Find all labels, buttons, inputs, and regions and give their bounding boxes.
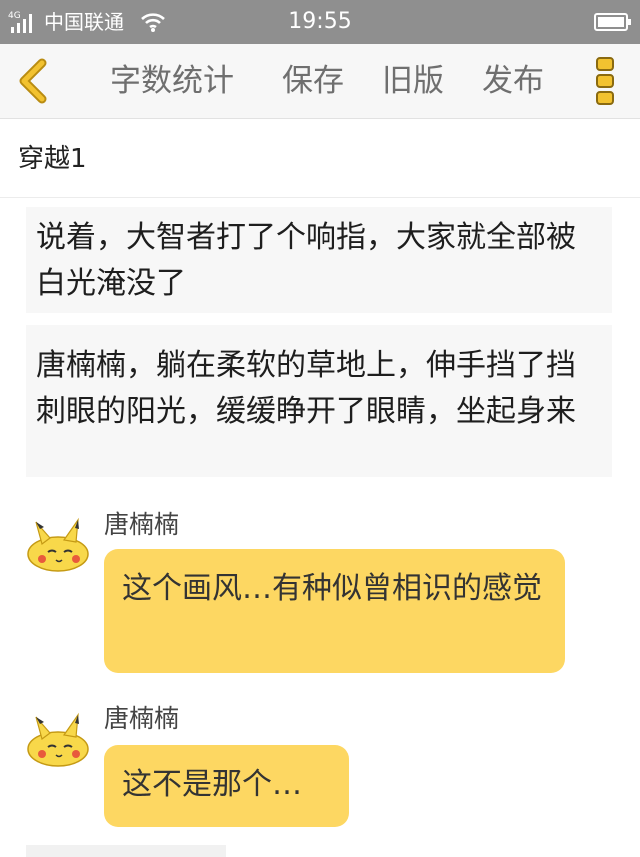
battery-icon	[594, 13, 631, 31]
message-speaker: 唐楠楠	[104, 510, 180, 539]
message-bubble[interactable]: 这不是那个…	[104, 745, 349, 827]
save-button[interactable]: 保存	[282, 61, 344, 101]
next-block-edge	[26, 845, 226, 857]
chevron-left-icon[interactable]	[14, 57, 54, 105]
pikachu-avatar[interactable]	[18, 707, 98, 771]
chapter-title: 穿越1	[18, 144, 87, 174]
clock: 19:55	[288, 9, 352, 34]
narration-block[interactable]: 说着，大智者打了个响指，大家就全部被白光淹没了	[26, 207, 612, 313]
chapter-title-row[interactable]: 穿越1	[0, 119, 640, 198]
publish-button[interactable]: 发布	[482, 61, 544, 101]
word-count-button[interactable]: 字数统计	[110, 61, 234, 101]
pikachu-avatar[interactable]	[18, 512, 98, 576]
message-bubble[interactable]: 这个画风…有种似曾相识的感觉	[104, 549, 565, 673]
editor-toolbar: 字数统计 保存 旧版 发布	[0, 44, 640, 119]
old-version-button[interactable]: 旧版	[382, 61, 444, 101]
message-speaker: 唐楠楠	[104, 704, 180, 733]
more-vertical-icon[interactable]	[594, 56, 616, 106]
status-bar: 4G 中国联通 19:55	[0, 0, 640, 44]
narration-block[interactable]: 唐楠楠，躺在柔软的草地上，伸手挡了挡刺眼的阳光，缓缓睁开了眼睛，坐起身来	[26, 325, 612, 477]
